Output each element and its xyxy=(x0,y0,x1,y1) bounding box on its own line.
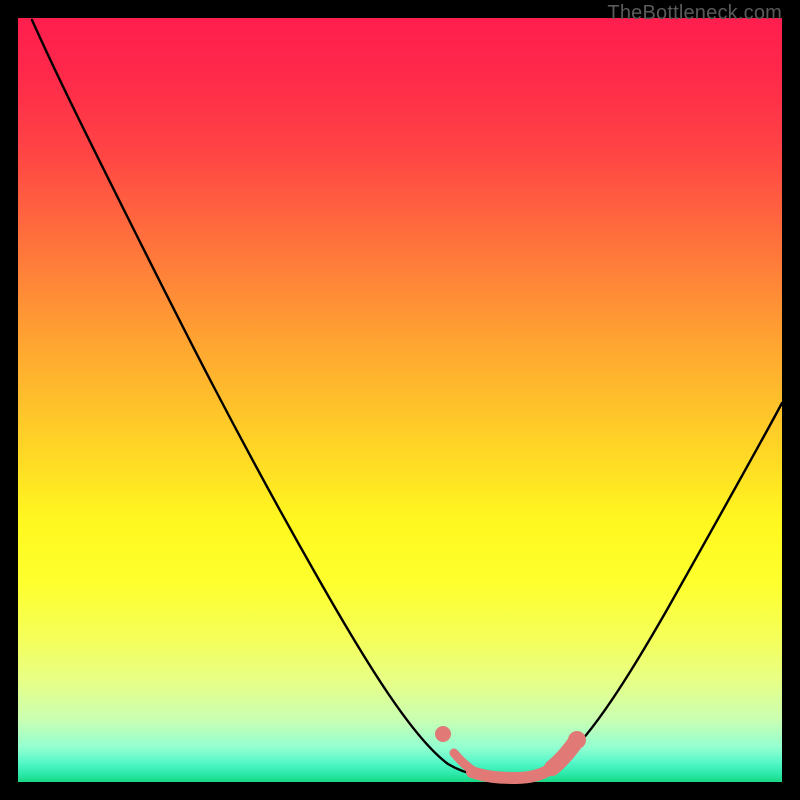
plot-area xyxy=(18,18,782,782)
bottleneck-curve xyxy=(32,20,782,778)
watermark-text: TheBottleneck.com xyxy=(607,2,782,25)
highlight-dot-right xyxy=(568,731,586,749)
curve-layer xyxy=(18,18,782,782)
highlight-dot-left xyxy=(435,726,451,742)
highlight-flat xyxy=(472,768,552,778)
chart-frame: TheBottleneck.com xyxy=(0,0,800,800)
